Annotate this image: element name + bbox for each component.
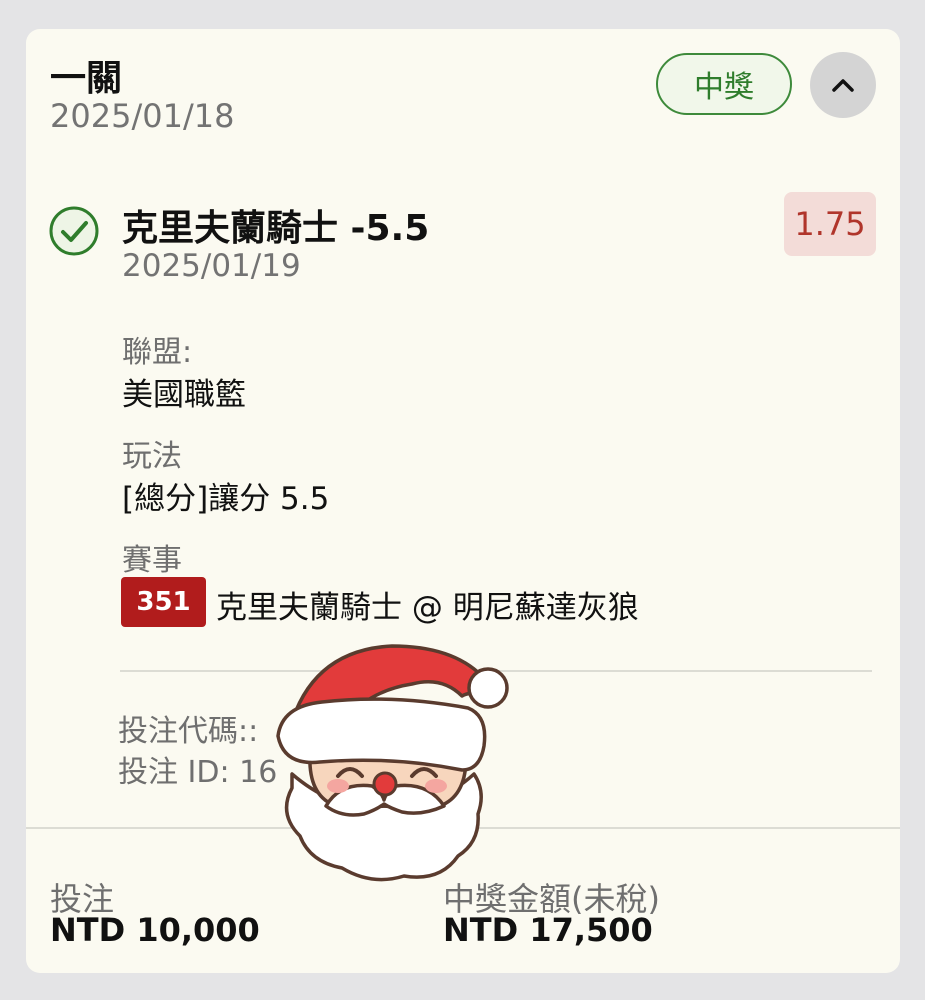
league-label: 聯盟: bbox=[122, 335, 193, 370]
bet-code: 投注代碼:: bbox=[118, 714, 259, 749]
selection-title: 克里夫蘭騎士 -5.5 bbox=[122, 208, 430, 249]
stake-value: NTD 10,000 bbox=[50, 911, 260, 949]
market-label: 玩法 bbox=[122, 439, 182, 474]
bet-type-title: 一關 bbox=[50, 58, 123, 99]
check-circle-icon bbox=[49, 206, 99, 256]
odds-badge: 1.75 bbox=[784, 192, 876, 256]
santa-sticker bbox=[276, 644, 509, 882]
status-badge: 中獎 bbox=[656, 53, 792, 115]
league-value: 美國職籃 bbox=[122, 377, 246, 413]
collapse-button[interactable] bbox=[810, 52, 876, 118]
bet-id: 投注 ID: 16 bbox=[118, 755, 278, 790]
bet-date: 2025/01/18 bbox=[50, 97, 235, 135]
event-label: 賽事 bbox=[122, 543, 182, 578]
event-name: 克里夫蘭騎士 @ 明尼蘇達灰狼 bbox=[216, 590, 639, 626]
selection-date: 2025/01/19 bbox=[122, 248, 301, 284]
payout-value: NTD 17,500 bbox=[443, 911, 653, 949]
chevron-up-icon bbox=[832, 79, 854, 92]
event-number-badge: 351 bbox=[121, 577, 206, 627]
market-value: [總分]讓分 5.5 bbox=[122, 481, 330, 517]
